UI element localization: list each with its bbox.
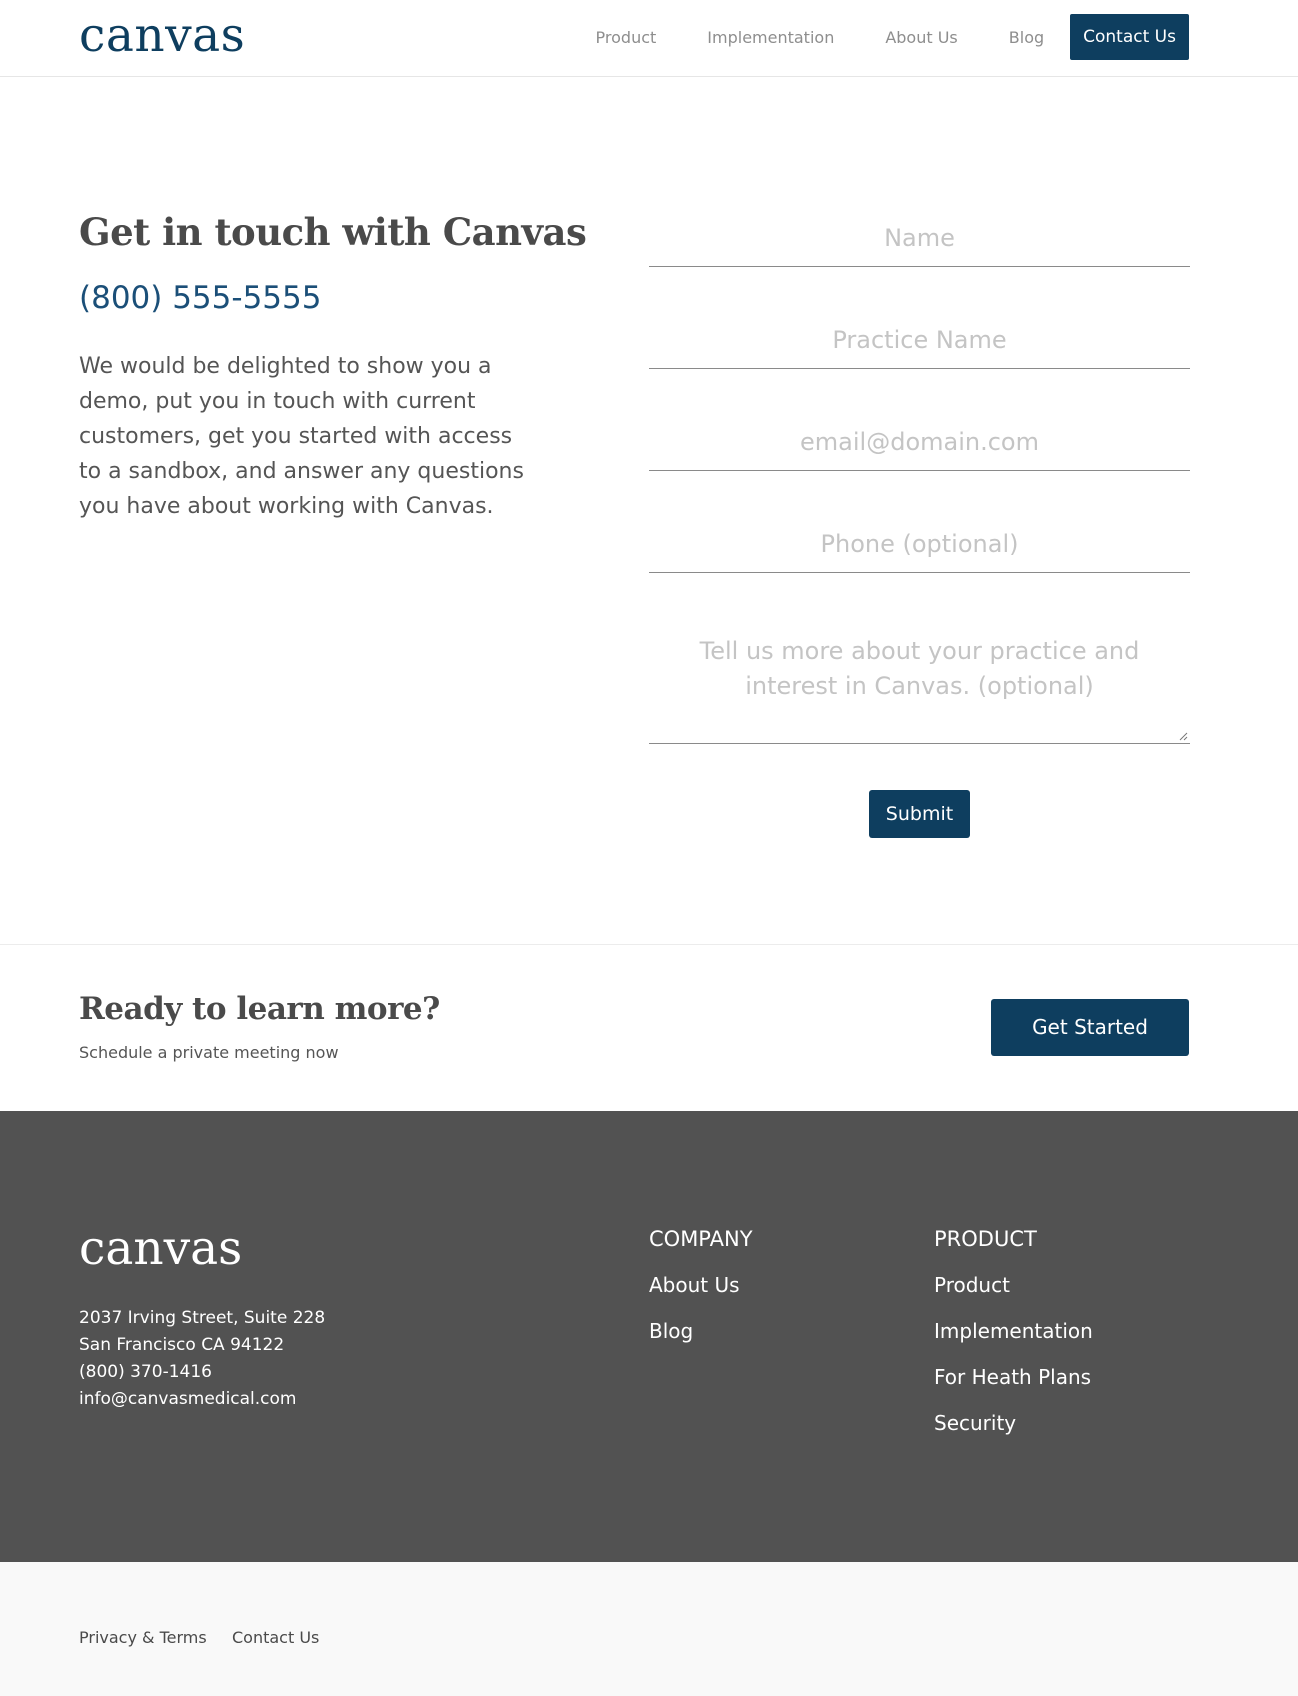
get-started-button[interactable]: Get Started bbox=[991, 999, 1189, 1056]
contact-intro-text: We would be delighted to show you a demo… bbox=[79, 354, 524, 519]
address-line-2: San Francisco CA 94122 bbox=[79, 1335, 285, 1355]
footer-link-implementation[interactable]: Implementation bbox=[934, 1318, 1093, 1344]
site-footer: canvas 2037 Irving Street, Suite 228 San… bbox=[0, 1111, 1298, 1562]
footer-canvas-logo[interactable]: canvas bbox=[79, 1219, 242, 1279]
email-input[interactable] bbox=[649, 414, 1190, 470]
practice-name-field-wrapper bbox=[649, 312, 1190, 369]
footer-product-heading: PRODUCT bbox=[934, 1227, 1037, 1251]
footer-email[interactable]: info@canvasmedical.com bbox=[79, 1386, 325, 1413]
canvas-logo[interactable]: canvas bbox=[79, 6, 245, 66]
footer-link-health-plans[interactable]: For Heath Plans bbox=[934, 1364, 1093, 1390]
nav-link-blog[interactable]: Blog bbox=[1009, 28, 1044, 47]
phone-field-wrapper bbox=[649, 516, 1190, 573]
name-input[interactable] bbox=[649, 210, 1190, 266]
main-nav: Product Implementation About Us Blog Con… bbox=[596, 14, 1189, 60]
bottom-contact-us-link[interactable]: Contact Us bbox=[232, 1628, 319, 1647]
resize-handle-icon[interactable] bbox=[1178, 731, 1188, 741]
message-textarea[interactable] bbox=[649, 618, 1190, 743]
cta-title: Ready to learn more? bbox=[79, 991, 440, 1027]
nav-link-implementation[interactable]: Implementation bbox=[707, 28, 834, 47]
nav-contact-us-button[interactable]: Contact Us bbox=[1070, 14, 1189, 60]
cta-section: Ready to learn more? Schedule a private … bbox=[0, 944, 1298, 1111]
nav-link-product[interactable]: Product bbox=[596, 28, 657, 47]
email-field-wrapper bbox=[649, 414, 1190, 471]
name-field-wrapper bbox=[649, 210, 1190, 267]
footer-link-security[interactable]: Security bbox=[934, 1410, 1093, 1436]
site-header: canvas Product Implementation About Us B… bbox=[0, 0, 1298, 77]
footer-address: 2037 Irving Street, Suite 228 San Franci… bbox=[79, 1305, 325, 1413]
address-line-1: 2037 Irving Street, Suite 228 bbox=[79, 1308, 326, 1328]
page-title: Get in touch with Canvas bbox=[79, 210, 587, 254]
submit-button[interactable]: Submit bbox=[868, 790, 971, 838]
footer-link-product[interactable]: Product bbox=[934, 1272, 1093, 1298]
message-field-wrapper bbox=[649, 618, 1190, 744]
practice-name-input[interactable] bbox=[649, 312, 1190, 368]
cta-subtitle: Schedule a private meeting now bbox=[79, 1043, 339, 1062]
footer-product-column: PRODUCT Product Implementation For Heath… bbox=[934, 1226, 1093, 1456]
nav-link-about-us[interactable]: About Us bbox=[885, 28, 957, 47]
privacy-terms-link[interactable]: Privacy & Terms bbox=[79, 1628, 207, 1647]
footer-phone: (800) 370-1416 bbox=[79, 1362, 212, 1382]
contact-phone: (800) 555-5555 bbox=[79, 280, 322, 316]
contact-form: Submit bbox=[649, 210, 1190, 838]
footer-company-column: COMPANY About Us Blog bbox=[649, 1226, 753, 1364]
phone-input[interactable] bbox=[649, 516, 1190, 572]
footer-link-about-us[interactable]: About Us bbox=[649, 1272, 753, 1298]
bottom-bar: Privacy & Terms Contact Us bbox=[0, 1562, 1298, 1696]
footer-company-heading: COMPANY bbox=[649, 1227, 753, 1251]
footer-link-blog[interactable]: Blog bbox=[649, 1318, 753, 1344]
submit-wrapper: Submit bbox=[649, 790, 1190, 838]
